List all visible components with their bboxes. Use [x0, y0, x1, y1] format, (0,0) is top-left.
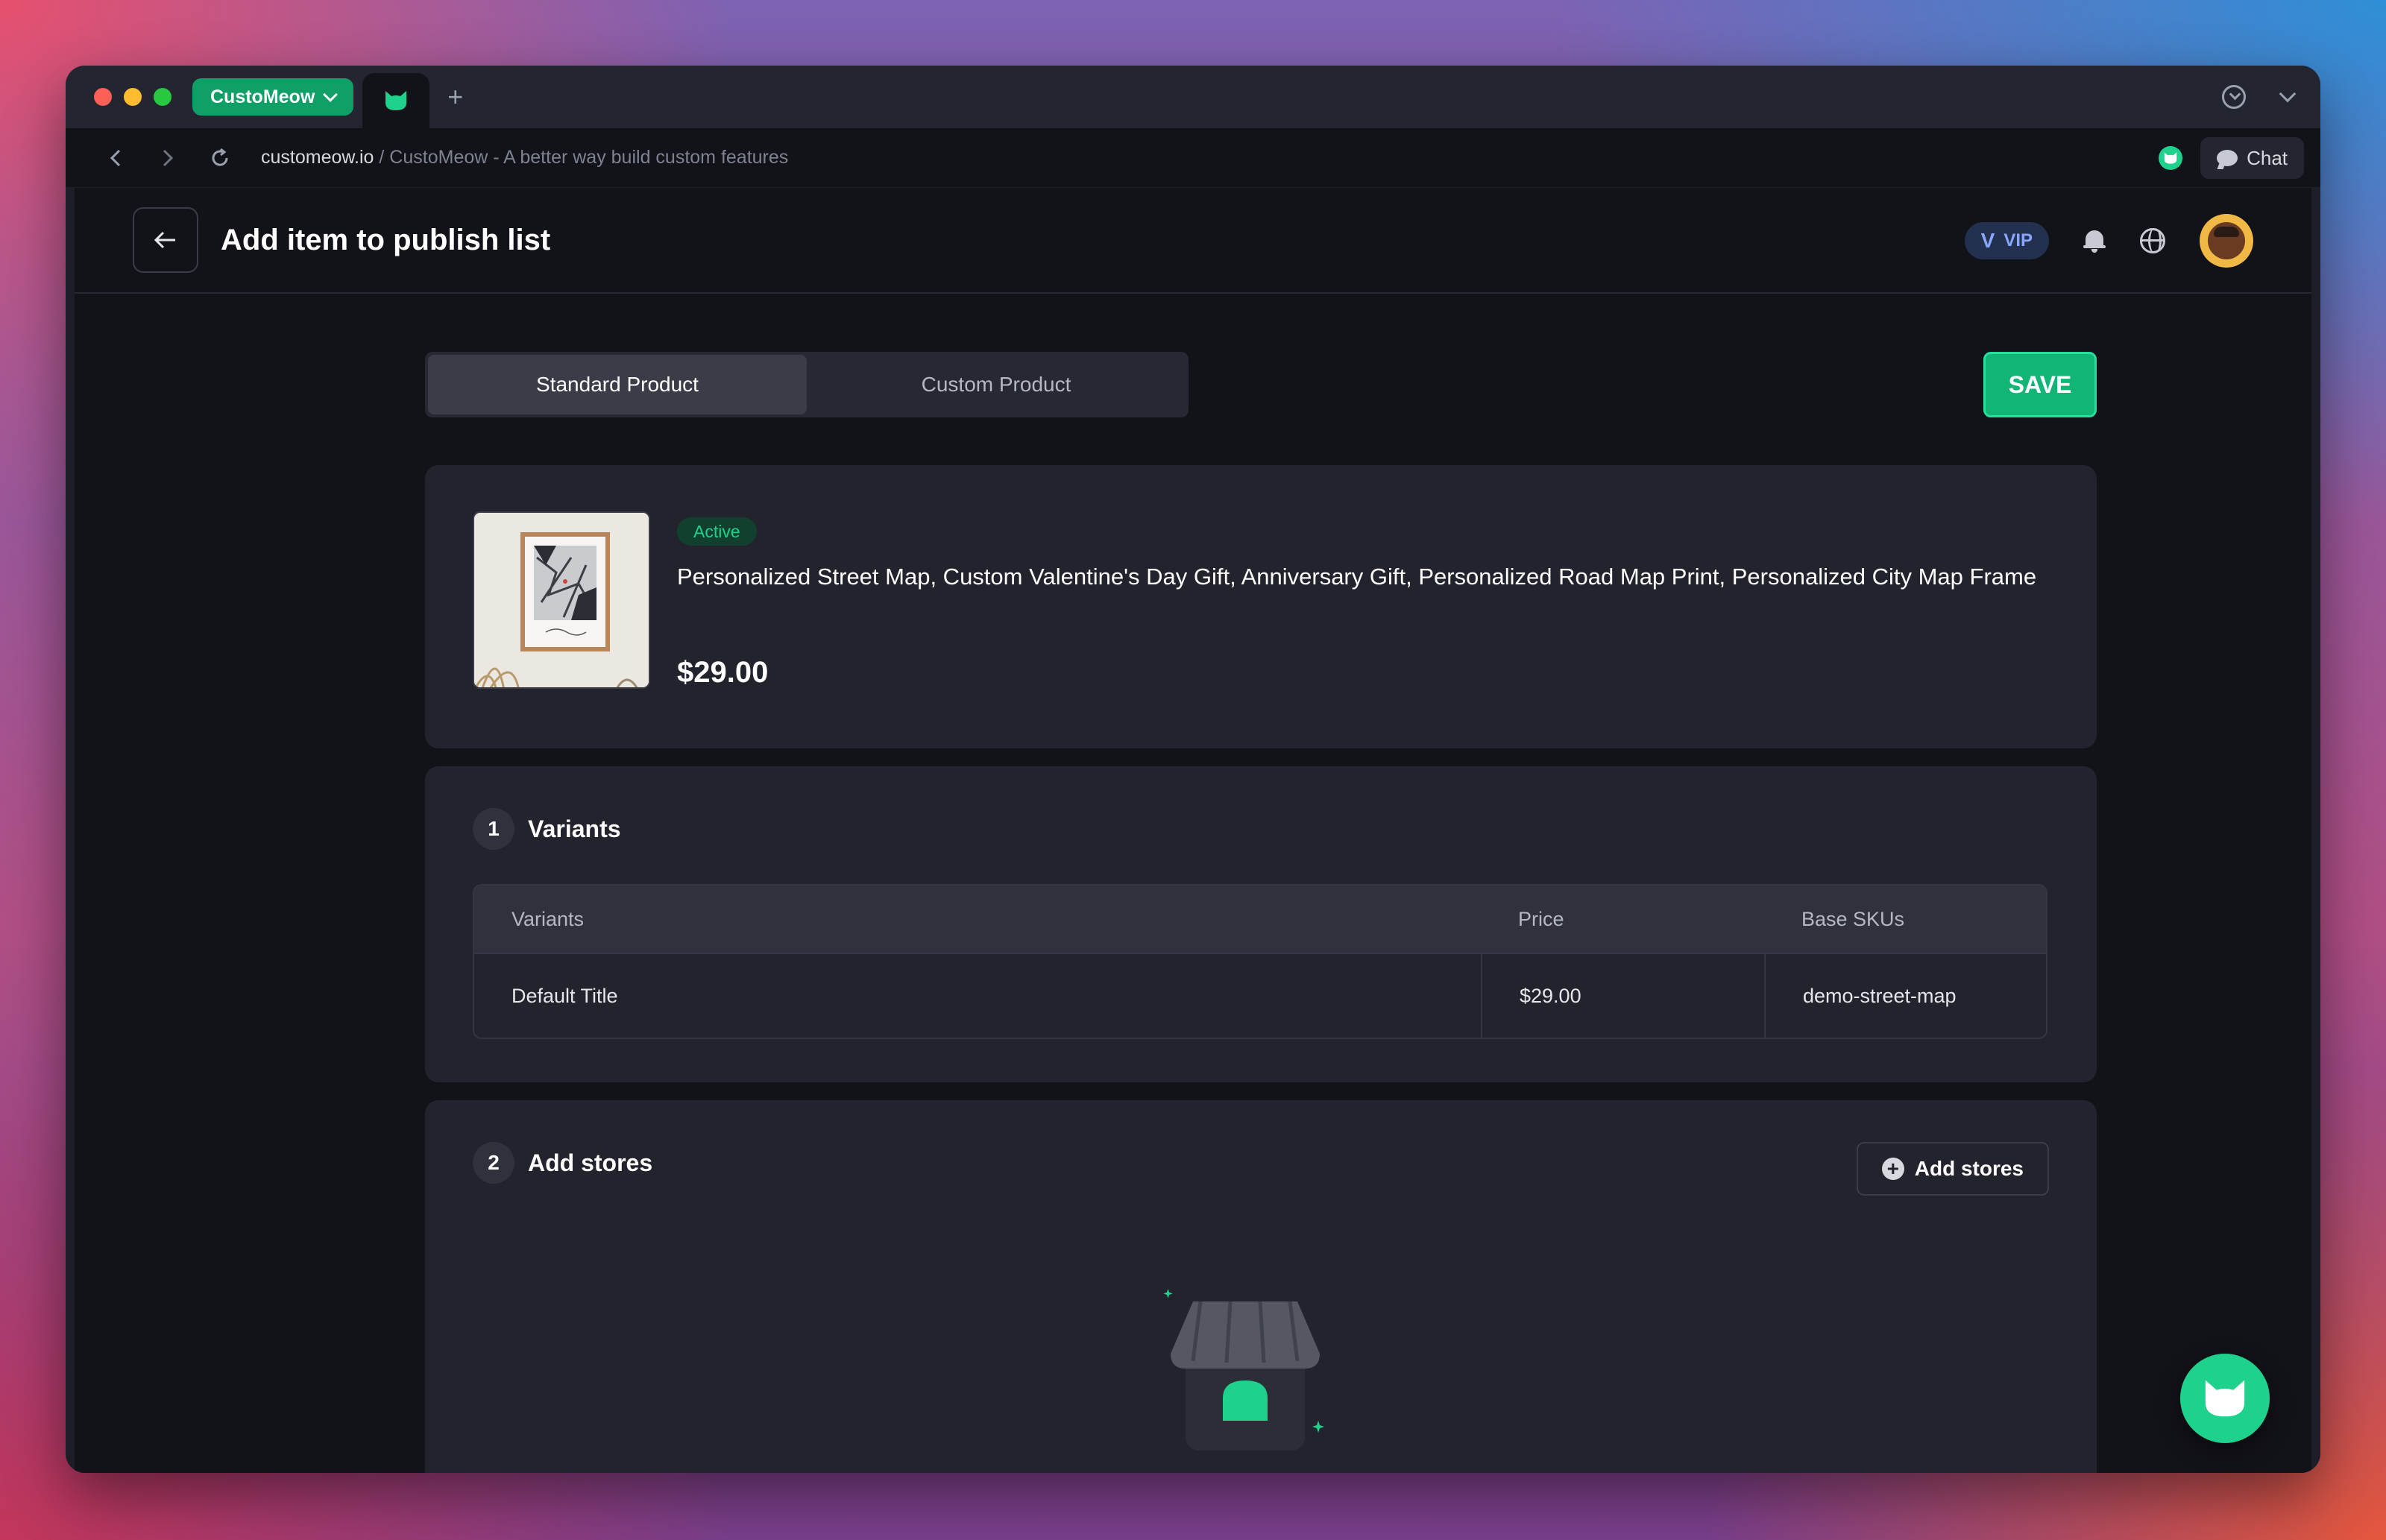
title-bar: CustoMeow + — [66, 66, 2320, 128]
column-header-base-skus: Base SKUs — [1801, 907, 1905, 930]
back-button[interactable] — [133, 207, 198, 273]
vip-label: VIP — [2003, 230, 2033, 250]
table-row: Default Title $29.00 demo-street-map — [474, 954, 2046, 1038]
chevron-down-icon — [323, 87, 339, 102]
reload-button[interactable] — [194, 148, 246, 168]
vip-badge[interactable]: V VIP — [1964, 222, 2049, 259]
tab-group-label: CustoMeow — [210, 86, 315, 107]
back-arrow-icon — [154, 231, 175, 249]
variants-table: Variants Price Base SKUs Default Title $… — [473, 884, 2047, 1039]
step-number: 2 — [473, 1142, 514, 1184]
variants-section: 1 Variants Variants Price Base SKUs Defa… — [425, 766, 2097, 1082]
store-icon — [1156, 1287, 1335, 1465]
url-field[interactable]: customeow.io / CustoMeow - A better way … — [261, 147, 788, 168]
cell-price: $29.00 — [1481, 954, 1764, 1038]
back-nav-button[interactable] — [89, 148, 142, 168]
address-bar: customeow.io / CustoMeow - A better way … — [66, 128, 2320, 188]
url-host: customeow.io — [261, 147, 374, 168]
column-header-variants: Variants — [511, 907, 585, 930]
cell-variant: Default Title — [511, 984, 618, 1007]
chat-label: Chat — [2247, 146, 2288, 169]
save-button[interactable]: SAVE — [1983, 352, 2097, 417]
customeow-chat-fab[interactable] — [2180, 1354, 2270, 1443]
page-header: Add item to publish list V VIP — [75, 188, 2311, 294]
browser-window: CustoMeow + customeow.io / CustoMeow - A… — [66, 66, 2320, 1473]
variants-heading: 1 Variants — [473, 808, 621, 850]
chat-button[interactable]: Chat — [2200, 137, 2304, 179]
section-title: Variants — [528, 815, 621, 842]
chevron-down-icon[interactable] — [2279, 85, 2297, 103]
url-page-title: / CustoMeow - A better way build custom … — [374, 147, 789, 168]
table-header-row: Variants Price Base SKUs — [474, 886, 2046, 954]
page-title: Add item to publish list — [221, 223, 551, 256]
main-content: Standard Product Custom Product SAVE Act… — [425, 352, 2097, 1473]
product-title: Personalized Street Map, Custom Valentin… — [677, 564, 2037, 590]
plus-circle-icon: + — [1881, 1158, 1904, 1180]
toggle-standard-product[interactable]: Standard Product — [428, 355, 807, 414]
window-controls — [94, 88, 171, 106]
cat-logo-icon — [385, 91, 407, 110]
status-badge: Active — [677, 517, 757, 546]
extension-cat-icon[interactable] — [2159, 146, 2183, 170]
tab-group-customeow[interactable]: CustoMeow — [192, 78, 354, 116]
add-stores-label: Add stores — [1914, 1157, 2024, 1180]
product-type-toggle: Standard Product Custom Product — [425, 352, 1189, 417]
maximize-window-button[interactable] — [154, 88, 171, 106]
close-window-button[interactable] — [94, 88, 112, 106]
minimize-window-button[interactable] — [124, 88, 142, 106]
product-card: Active Personalized Street Map, Custom V… — [425, 465, 2097, 748]
chevron-right-icon — [163, 149, 174, 166]
add-stores-button[interactable]: + Add stores — [1856, 1142, 2049, 1196]
bell-icon[interactable] — [2083, 229, 2106, 253]
product-price: $29.00 — [677, 656, 769, 689]
stores-section: 2 Add stores + Add stores — [425, 1100, 2097, 1473]
vip-icon: V — [1980, 229, 1995, 252]
reload-icon — [212, 148, 228, 166]
column-header-price: Price — [1518, 907, 1564, 930]
chevron-left-icon — [110, 149, 121, 166]
section-title: Add stores — [528, 1149, 653, 1176]
avatar[interactable] — [2200, 214, 2253, 268]
cell-sku: demo-street-map — [1764, 954, 2046, 1038]
product-image — [473, 511, 650, 689]
browser-tab-active[interactable] — [362, 73, 430, 128]
toggle-custom-product[interactable]: Custom Product — [807, 355, 1186, 414]
cat-logo-icon — [2205, 1380, 2245, 1417]
step-number: 1 — [473, 808, 514, 850]
stores-heading: 2 Add stores — [473, 1142, 652, 1184]
globe-icon[interactable] — [2140, 228, 2165, 253]
new-tab-button[interactable]: + — [447, 83, 463, 110]
chat-bubble-icon — [2217, 150, 2238, 166]
download-icon[interactable] — [2222, 85, 2246, 109]
app-page: Add item to publish list V VIP Standard … — [75, 188, 2311, 1473]
forward-nav-button[interactable] — [142, 148, 194, 168]
